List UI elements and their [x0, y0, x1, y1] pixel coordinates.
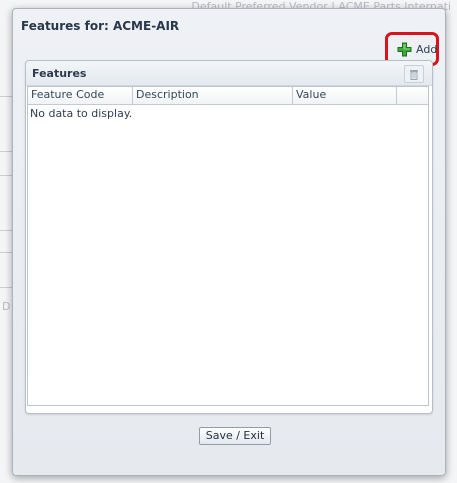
features-panel-title: Features	[32, 67, 87, 80]
features-dialog: Features for: ACME-AIR Add Features Feat…	[12, 8, 446, 476]
features-panel: Features Feature Code Description Value	[25, 60, 433, 414]
trash-icon	[409, 65, 419, 84]
column-header-description[interactable]: Description	[133, 87, 293, 104]
column-header-blank	[397, 87, 428, 104]
features-table: Feature Code Description Value No data t…	[27, 86, 429, 406]
background-divider	[0, 252, 12, 253]
dialog-title: Features for: ACME-AIR	[21, 19, 180, 33]
add-button-label: Add	[416, 42, 438, 56]
save-exit-button[interactable]: Save / Exit	[199, 427, 271, 445]
add-button[interactable]: Add	[397, 40, 437, 58]
background-fragment: D	[2, 300, 11, 313]
background-divider	[0, 96, 12, 97]
column-header-value[interactable]: Value	[293, 87, 397, 104]
background-divider	[0, 230, 12, 231]
plus-icon	[397, 42, 412, 57]
empty-table-message: No data to display.	[30, 107, 133, 120]
background-divider	[0, 175, 12, 176]
delete-button[interactable]	[404, 65, 424, 83]
background-divider	[0, 287, 12, 288]
table-header-row: Feature Code Description Value	[28, 87, 428, 105]
features-panel-header: Features	[26, 61, 432, 86]
background-divider	[0, 151, 12, 152]
column-header-feature-code[interactable]: Feature Code	[28, 87, 133, 104]
